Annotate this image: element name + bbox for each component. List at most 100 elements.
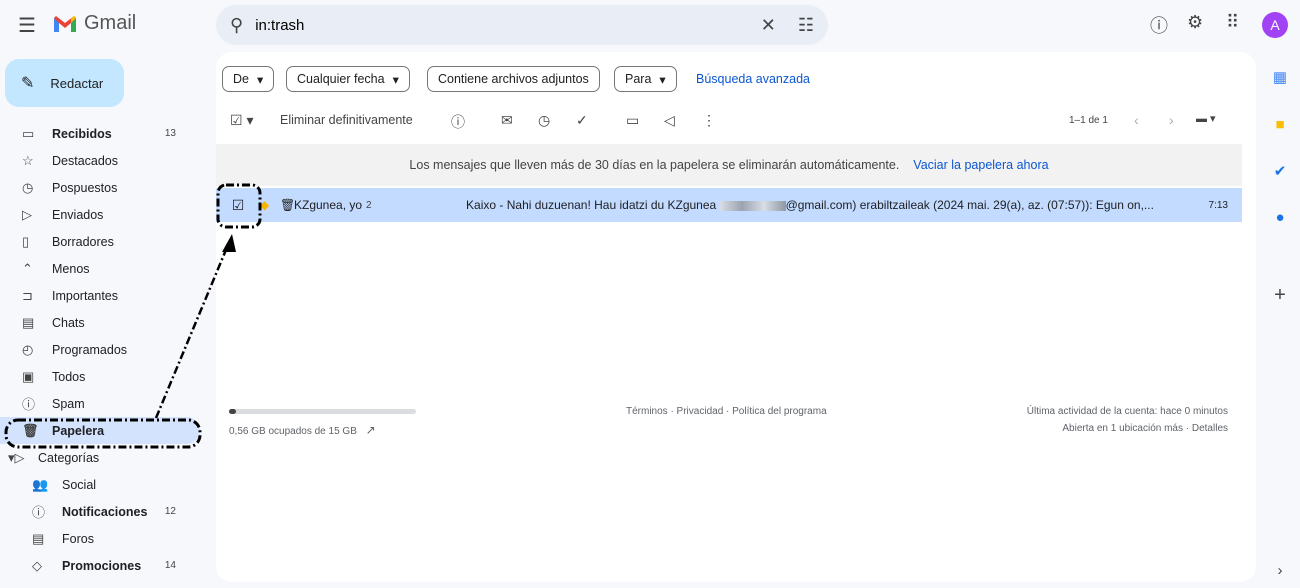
star-icon: ☆ — [22, 152, 34, 168]
snooze-icon[interactable]: ◷ — [538, 112, 550, 129]
filter-date[interactable]: Cualquier fecha ▾ — [286, 66, 410, 92]
search-icon[interactable]: ⚲ — [230, 15, 243, 36]
last-activity: Última actividad de la cuenta: hace 0 mi… — [1026, 406, 1228, 417]
sidebar-item-count: 12 — [164, 506, 176, 517]
sidebar-item-recibidos[interactable]: ▭ Recibidos 13 — [0, 120, 200, 147]
trash-icon: 🗑 — [22, 422, 39, 438]
scheduled-icon: ◴ — [22, 341, 34, 357]
filter-to[interactable]: Para ▾ — [614, 66, 677, 92]
filter-attachments[interactable]: Contiene archivos adjuntos — [427, 66, 600, 92]
sidebar-item-label: Pospuestos — [52, 180, 118, 195]
report-spam-icon[interactable]: ⓘ — [451, 112, 465, 132]
brand-name: Gmail — [84, 12, 137, 34]
apps-icon[interactable]: ⠿ — [1226, 12, 1239, 33]
sidebar-item-label: Borradores — [52, 234, 114, 249]
activity-details[interactable]: Abierta en 1 ubicación más · Detalles — [1062, 423, 1228, 434]
select-all-checkbox[interactable]: ☑ ▾ — [230, 112, 253, 129]
sidebar-item-menos[interactable]: ⌃ Menos — [0, 255, 200, 282]
sidebar-item-count: 14 — [164, 560, 176, 571]
label-icon: ▾▷ — [8, 449, 25, 465]
all-mail-icon: ▣ — [22, 368, 35, 384]
snippet-start: Kaixo - Nahi duzuenan! Hau idatzi du KZg… — [466, 198, 717, 212]
search-options-icon[interactable]: ☷ — [798, 15, 814, 36]
clock-icon: ◷ — [22, 179, 34, 195]
spam-icon: ⓘ — [22, 397, 36, 412]
storage-bar — [229, 409, 416, 414]
sidebar-item-label: Programados — [52, 342, 128, 357]
sidebar-nav: ▭ Recibidos 13 ☆ Destacados ◷ Pospuestos ▷ Envia… — [0, 120, 216, 579]
sidebar-item-spam[interactable]: ⓘ Spam — [0, 390, 200, 417]
snippet-end: @gmail.com) erabiltzaileak (2024 mai. 29… — [785, 198, 1154, 212]
info-icon: ⓘ — [32, 505, 46, 520]
important-marker-icon[interactable]: ◆ — [260, 198, 280, 212]
main-menu-icon[interactable]: ☰ — [18, 13, 36, 38]
empty-trash-link[interactable]: Vaciar la papelera ahora — [913, 158, 1048, 172]
footer-links[interactable]: Términos · Privacidad · Política del pro… — [626, 406, 827, 417]
sidebar-item-label: Recibidos — [52, 126, 112, 141]
sidebar-item-borradores[interactable]: ▯ Borradores — [0, 228, 200, 255]
gmail-m-icon — [54, 15, 76, 32]
email-time: 7:13 — [1208, 199, 1228, 211]
calendar-icon[interactable]: ▦ — [1266, 68, 1294, 86]
sidebar-item-pospuestos[interactable]: ◷ Pospuestos — [0, 174, 200, 201]
prev-page-icon[interactable]: ‹ — [1134, 112, 1139, 128]
clear-search-icon[interactable]: ✕ — [761, 15, 776, 36]
email-row[interactable]: ☑ ◆ 🗑 KZgunea, yo 2 Kaixo - Nahi duzuena… — [216, 188, 1242, 222]
expand-side-panel-icon[interactable]: › — [1266, 562, 1294, 579]
contacts-icon[interactable]: ● — [1266, 209, 1294, 226]
sidebar-item-social[interactable]: 👥 Social — [0, 471, 200, 498]
sidebar-item-label: Papelera — [52, 423, 105, 438]
open-external-icon[interactable]: ↗ — [366, 423, 376, 437]
help-icon[interactable]: ⓘ — [1150, 12, 1168, 38]
move-to-icon[interactable]: ▭ — [626, 112, 639, 129]
delete-forever-button[interactable]: Eliminar definitivamente — [280, 113, 413, 127]
sidebar-item-categorias[interactable]: ▾▷ Categorías — [0, 444, 200, 471]
input-tools-icon[interactable]: ▬ ▾ — [1196, 112, 1216, 125]
sidebar-item-label: Foros — [62, 531, 94, 546]
mark-unread-icon[interactable]: ✉ — [501, 112, 513, 129]
sidebar-item-promociones[interactable]: ◇ Promociones 14 — [0, 552, 200, 579]
storage-text[interactable]: 0,56 GB ocupados de 15 GB ↗ — [229, 423, 376, 437]
advanced-search-link[interactable]: Búsqueda avanzada — [696, 72, 810, 86]
gmail-logo[interactable]: Gmail — [52, 12, 136, 35]
sidebar-item-chats[interactable]: ▤ Chats — [0, 309, 200, 336]
more-options-icon[interactable]: ⋮ — [702, 112, 716, 129]
sidebar-item-destacados[interactable]: ☆ Destacados — [0, 147, 200, 174]
caret-down-icon: ▾ — [659, 72, 666, 87]
label-icon[interactable]: ◁ — [664, 112, 675, 129]
row-checkbox[interactable]: ☑ — [216, 197, 260, 214]
tasks-icon[interactable]: ✔ — [1266, 162, 1294, 180]
caret-down-icon: ▾ — [256, 72, 264, 87]
trash-notice: Los mensajes que lleven más de 30 días e… — [216, 144, 1242, 186]
sidebar-item-label: Chats — [52, 315, 85, 330]
add-addon-icon[interactable]: + — [1266, 284, 1294, 307]
sidebar-item-enviados[interactable]: ▷ Enviados — [0, 201, 200, 228]
search-input[interactable] — [255, 16, 749, 34]
add-task-icon[interactable]: ✓ — [576, 112, 588, 129]
sidebar-item-label: Notificaciones — [62, 504, 148, 519]
sidebar-item-foros[interactable]: ▤ Foros — [0, 525, 200, 552]
sidebar-item-label: Destacados — [52, 153, 119, 168]
next-page-icon[interactable]: › — [1169, 112, 1174, 128]
settings-icon[interactable]: ⚙ — [1187, 12, 1203, 33]
sidebar-item-programados[interactable]: ◴ Programados — [0, 336, 200, 363]
storage-label: 0,56 GB ocupados de 15 GB — [229, 426, 357, 437]
sidebar-item-papelera[interactable]: 🗑 Papelera — [0, 417, 200, 444]
sidebar-item-notificaciones[interactable]: ⓘ Notificaciones 12 — [0, 498, 200, 525]
filter-from[interactable]: De ▾ — [222, 66, 275, 92]
sidebar-item-label: Enviados — [52, 207, 104, 222]
storage-fill — [229, 409, 236, 414]
keep-icon[interactable]: ■ — [1266, 116, 1294, 133]
sidebar-item-importantes[interactable]: ⊐ Importantes — [0, 282, 200, 309]
notice-text: Los mensajes que lleven más de 30 días e… — [409, 158, 900, 172]
sidebar-item-count: 13 — [164, 128, 176, 139]
sidebar-item-label: Todos — [52, 369, 86, 384]
pencil-icon: ✎ — [21, 75, 35, 92]
sidebar-item-todos[interactable]: ▣ Todos — [0, 363, 200, 390]
avatar[interactable]: A — [1262, 12, 1288, 38]
sidebar-item-label: Promociones — [62, 558, 142, 573]
sidebar-item-label: Menos — [52, 261, 90, 276]
filter-label: De — [233, 72, 249, 86]
compose-button[interactable]: ✎ Redactar — [5, 59, 124, 107]
search-bar[interactable]: ⚲ ✕ ☷ — [216, 5, 828, 45]
